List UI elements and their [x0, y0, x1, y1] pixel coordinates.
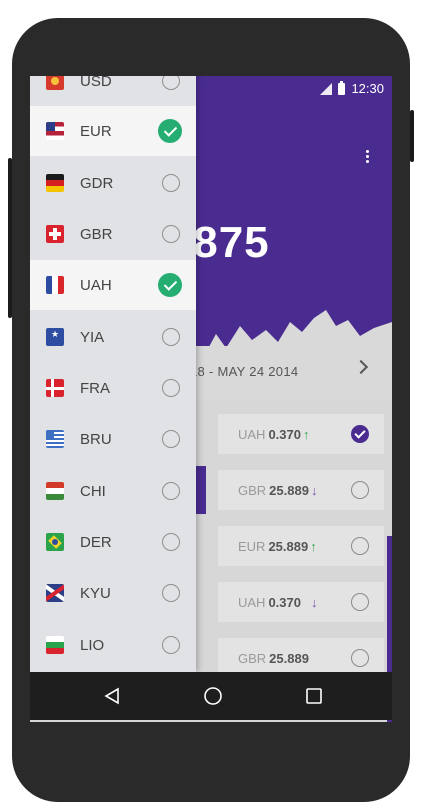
trend-down-icon: ↓	[311, 595, 318, 610]
rate-card[interactable]: EUR 25.889 ↑	[218, 526, 384, 566]
status-time: 12:30	[351, 81, 384, 96]
drawer-item-bru[interactable]: BRU	[30, 414, 196, 464]
overflow-menu-icon[interactable]	[366, 150, 370, 164]
drawer-item-fra[interactable]: FRA	[30, 363, 196, 413]
drawer-item-lio[interactable]: LIO	[30, 620, 196, 670]
card-radio[interactable]	[351, 481, 369, 499]
home-icon[interactable]	[203, 686, 223, 706]
drawer-item-usd[interactable]: USD	[30, 76, 196, 106]
currency-radio[interactable]	[162, 379, 180, 397]
drawer-item-yia[interactable]: YIA	[30, 312, 196, 362]
trend-down-icon: ↓	[310, 483, 318, 498]
currency-radio[interactable]	[162, 76, 180, 90]
currency-radio[interactable]	[162, 225, 180, 243]
card-radio[interactable]	[351, 649, 369, 667]
uk-flag-icon	[46, 584, 64, 602]
drawer-item-gbr[interactable]: GBR	[30, 209, 196, 259]
currency-radio[interactable]	[162, 584, 180, 602]
power-button	[410, 110, 414, 162]
germany-flag-icon	[46, 174, 64, 192]
date-range-label: 18 - MAY 24 2014	[190, 364, 299, 379]
drawer-item-uah[interactable]: UAH	[30, 260, 196, 310]
signal-icon	[320, 82, 333, 95]
drawer-item-der[interactable]: DER	[30, 517, 196, 567]
currency-radio[interactable]	[162, 430, 180, 448]
trend-up-icon: ↑	[310, 539, 317, 554]
currency-radio[interactable]	[162, 328, 180, 346]
trend-up-icon: ↑	[303, 427, 310, 442]
bulgaria-flag-icon	[46, 636, 64, 654]
android-nav-bar	[30, 672, 392, 720]
currency-radio[interactable]	[162, 482, 180, 500]
greece-flag-icon	[46, 430, 64, 448]
chevron-right-icon[interactable]	[353, 359, 369, 375]
usd-flag-icon	[46, 76, 64, 90]
battery-icon	[338, 80, 346, 95]
volume-button	[8, 158, 12, 318]
currency-radio[interactable]	[162, 636, 180, 654]
us-flag-icon	[46, 122, 64, 140]
denmark-flag-icon	[46, 379, 64, 397]
card-radio[interactable]	[351, 537, 369, 555]
check-icon[interactable]	[158, 273, 182, 297]
rate-card[interactable]: GBR 25.889 ↓	[218, 470, 384, 510]
currency-radio[interactable]	[162, 174, 180, 192]
brazil-flag-icon	[46, 533, 64, 551]
drawer-item-eur[interactable]: EUR	[30, 106, 196, 156]
swiss-flag-icon	[46, 225, 64, 243]
rate-card[interactable]: UAH 0.370 ↑	[218, 414, 384, 454]
france-flag-icon	[46, 276, 64, 294]
hungary-flag-icon	[46, 482, 64, 500]
currency-radio[interactable]	[162, 533, 180, 551]
currency-drawer: USD EUR GDR GBR UAH YIA	[30, 76, 196, 672]
recent-apps-icon[interactable]	[306, 688, 322, 704]
check-icon[interactable]	[158, 119, 182, 143]
drawer-item-kyu[interactable]: KYU	[30, 568, 196, 618]
rate-card[interactable]: UAH 0.370 ↓	[218, 582, 384, 622]
card-radio[interactable]	[351, 593, 369, 611]
drawer-item-gdr[interactable]: GDR	[30, 158, 196, 208]
drawer-item-chi[interactable]: CHI	[30, 466, 196, 516]
screen: 12:30 .875 18 - MAY 24 2014 UAH 0.370 ↑ GB…	[30, 76, 392, 722]
star-flag-icon	[46, 328, 64, 346]
card-radio[interactable]	[351, 425, 369, 443]
selection-indicator	[196, 466, 206, 514]
